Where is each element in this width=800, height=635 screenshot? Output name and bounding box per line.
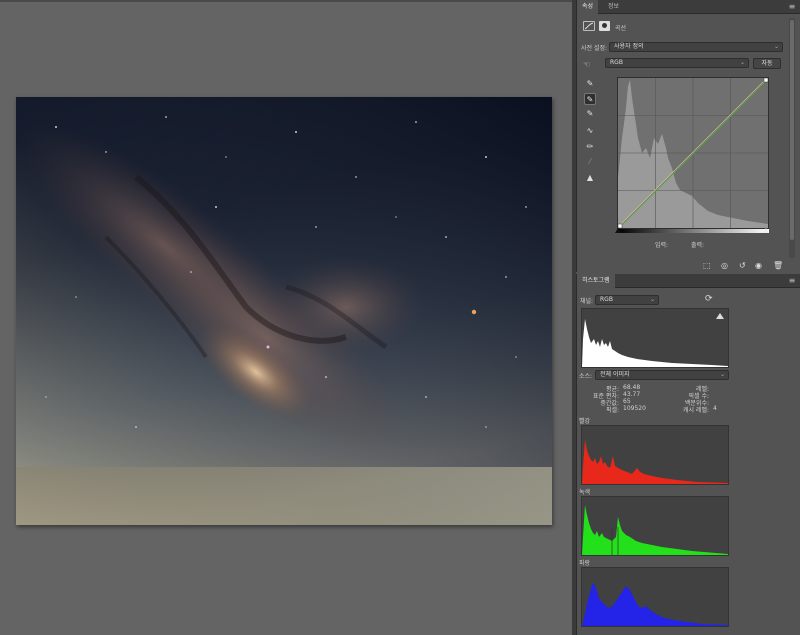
green-histogram [581, 496, 729, 556]
stat-count-value [713, 391, 733, 398]
curves-adjustment-icon [583, 21, 595, 31]
channel-dropdown[interactable]: RGB ⌄ [605, 58, 749, 68]
red-histogram [581, 425, 729, 485]
target-adjust-hand-icon[interactable]: ☜ [583, 60, 595, 70]
source-value: 전체 이미지 [600, 371, 630, 378]
chevron-down-icon: ⌄ [739, 59, 745, 66]
smooth-icon: ⁄ [589, 157, 591, 166]
chevron-down-icon: ⌄ [773, 43, 779, 50]
clipping-warning-icon[interactable]: ▲ [584, 172, 596, 184]
stat-stddev-value: 43.77 [623, 391, 641, 398]
panel-menu-icon[interactable]: ≡ [787, 2, 797, 12]
visibility-icon[interactable]: ◉ [755, 261, 762, 270]
milky-way-photo[interactable] [16, 97, 552, 525]
blue-histogram-svg [582, 582, 728, 626]
blue-channel-label: 파랑 [579, 560, 591, 567]
tab-info[interactable]: 정보 [603, 0, 624, 14]
delete-icon[interactable]: 🗑 [773, 261, 783, 270]
chevron-down-icon: ⌄ [649, 296, 655, 303]
channel-value: RGB [610, 59, 623, 66]
output-label: 출력: [691, 242, 705, 249]
stat-level-label: 레벨: [695, 386, 709, 393]
stat-level-value [713, 384, 733, 391]
histogram-panel: 히스토그램 ≡ 채널: RGB ⌄ ⟳ 소스: 전체 이미지 ⌄ 평균: 표준 편차… [576, 274, 800, 635]
panel-menu-icon[interactable]: ≡ [787, 276, 797, 286]
stats-values-left: 68.48 43.77 65 109520 [623, 384, 663, 412]
pencil-icon[interactable]: ✏ [584, 141, 596, 153]
preset-label: 사전 설정: [581, 45, 608, 52]
green-histogram-svg [582, 505, 728, 555]
stats-labels-left: 평균: 표준 편차: 중간값: 픽셀: [579, 384, 619, 414]
red-channel-label: 빨강 [579, 418, 591, 425]
stat-pixels-label: 픽셀: [605, 407, 619, 414]
properties-panel: 속성 정보 ≡ 곡선 사전 설정: 사용자 정의 ⌄ ☜ RGB ⌄ 자동 ✎ ✎ … [576, 0, 800, 272]
curves-graph[interactable] [616, 77, 770, 229]
input-gradient-bar [617, 229, 769, 233]
stat-pixels-value: 109520 [623, 405, 646, 412]
histogram-channel-label: 채널: [580, 298, 594, 305]
eyedropper-black-icon[interactable]: ✎ [584, 78, 596, 90]
clip-to-layer-icon[interactable]: ⬚ [703, 261, 711, 270]
stat-cache-label: 캐시 레벨: [682, 407, 709, 414]
reset-icon[interactable]: ↺ [739, 261, 746, 270]
tab-histogram[interactable]: 히스토그램 [577, 274, 615, 288]
tab-properties[interactable]: 속성 [577, 0, 599, 14]
refresh-icon[interactable]: ⟳ [705, 294, 713, 304]
eyedropper-white-icon[interactable]: ✎ [584, 108, 596, 120]
red-histogram-svg [582, 440, 728, 484]
preset-value: 사용자 정의 [614, 43, 644, 50]
histogram-channel-dropdown[interactable]: RGB ⌄ [595, 295, 659, 305]
view-previous-icon[interactable]: ◎ [721, 261, 728, 270]
stat-mean-value: 68.48 [623, 384, 641, 391]
stat-cache-value: 4 [713, 405, 717, 412]
adjustment-name: 곡선 [615, 25, 627, 32]
stat-count-label: 픽셀 수: [688, 393, 710, 400]
histogram-channel-value: RGB [600, 296, 613, 303]
stat-mean-label: 평균: [605, 386, 619, 393]
stats-labels-right: 레벨: 픽셀 수: 백분위수: 캐시 레벨: [665, 384, 710, 414]
stats-values-right: 4 [713, 384, 733, 412]
properties-tabbar: 속성 정보 ≡ [577, 0, 800, 14]
black-point-slider[interactable] [615, 228, 621, 233]
curves-histogram-svg [616, 77, 770, 229]
preset-dropdown[interactable]: 사용자 정의 ⌄ [609, 42, 783, 52]
rgb-histogram-svg [582, 313, 728, 367]
stat-percentile-label: 백분위수: [684, 400, 709, 407]
rgb-histogram [581, 308, 729, 368]
stat-median-value: 65 [623, 398, 631, 405]
histogram-tabbar: 히스토그램 ≡ [577, 274, 800, 288]
auto-button[interactable]: 자동 [753, 58, 781, 69]
stat-stddev-label: 표준 편차: [592, 393, 619, 400]
layer-mask-icon[interactable] [599, 21, 610, 31]
eyedropper-gray-icon[interactable]: ✎ [584, 93, 596, 105]
stat-percentile-value [713, 398, 733, 405]
white-point-slider[interactable] [763, 228, 769, 233]
document-canvas[interactable] [0, 0, 572, 635]
curve-point-icon[interactable]: ∿ [584, 125, 596, 137]
chevron-down-icon: ⌄ [719, 371, 725, 378]
milky-way-image [16, 97, 552, 525]
blue-histogram [581, 567, 729, 627]
properties-scrollbar[interactable] [789, 18, 795, 258]
source-dropdown[interactable]: 전체 이미지 ⌄ [595, 370, 729, 380]
green-channel-label: 녹색 [579, 489, 591, 496]
input-label: 입력: [655, 242, 669, 249]
source-label: 소스: [579, 373, 593, 380]
